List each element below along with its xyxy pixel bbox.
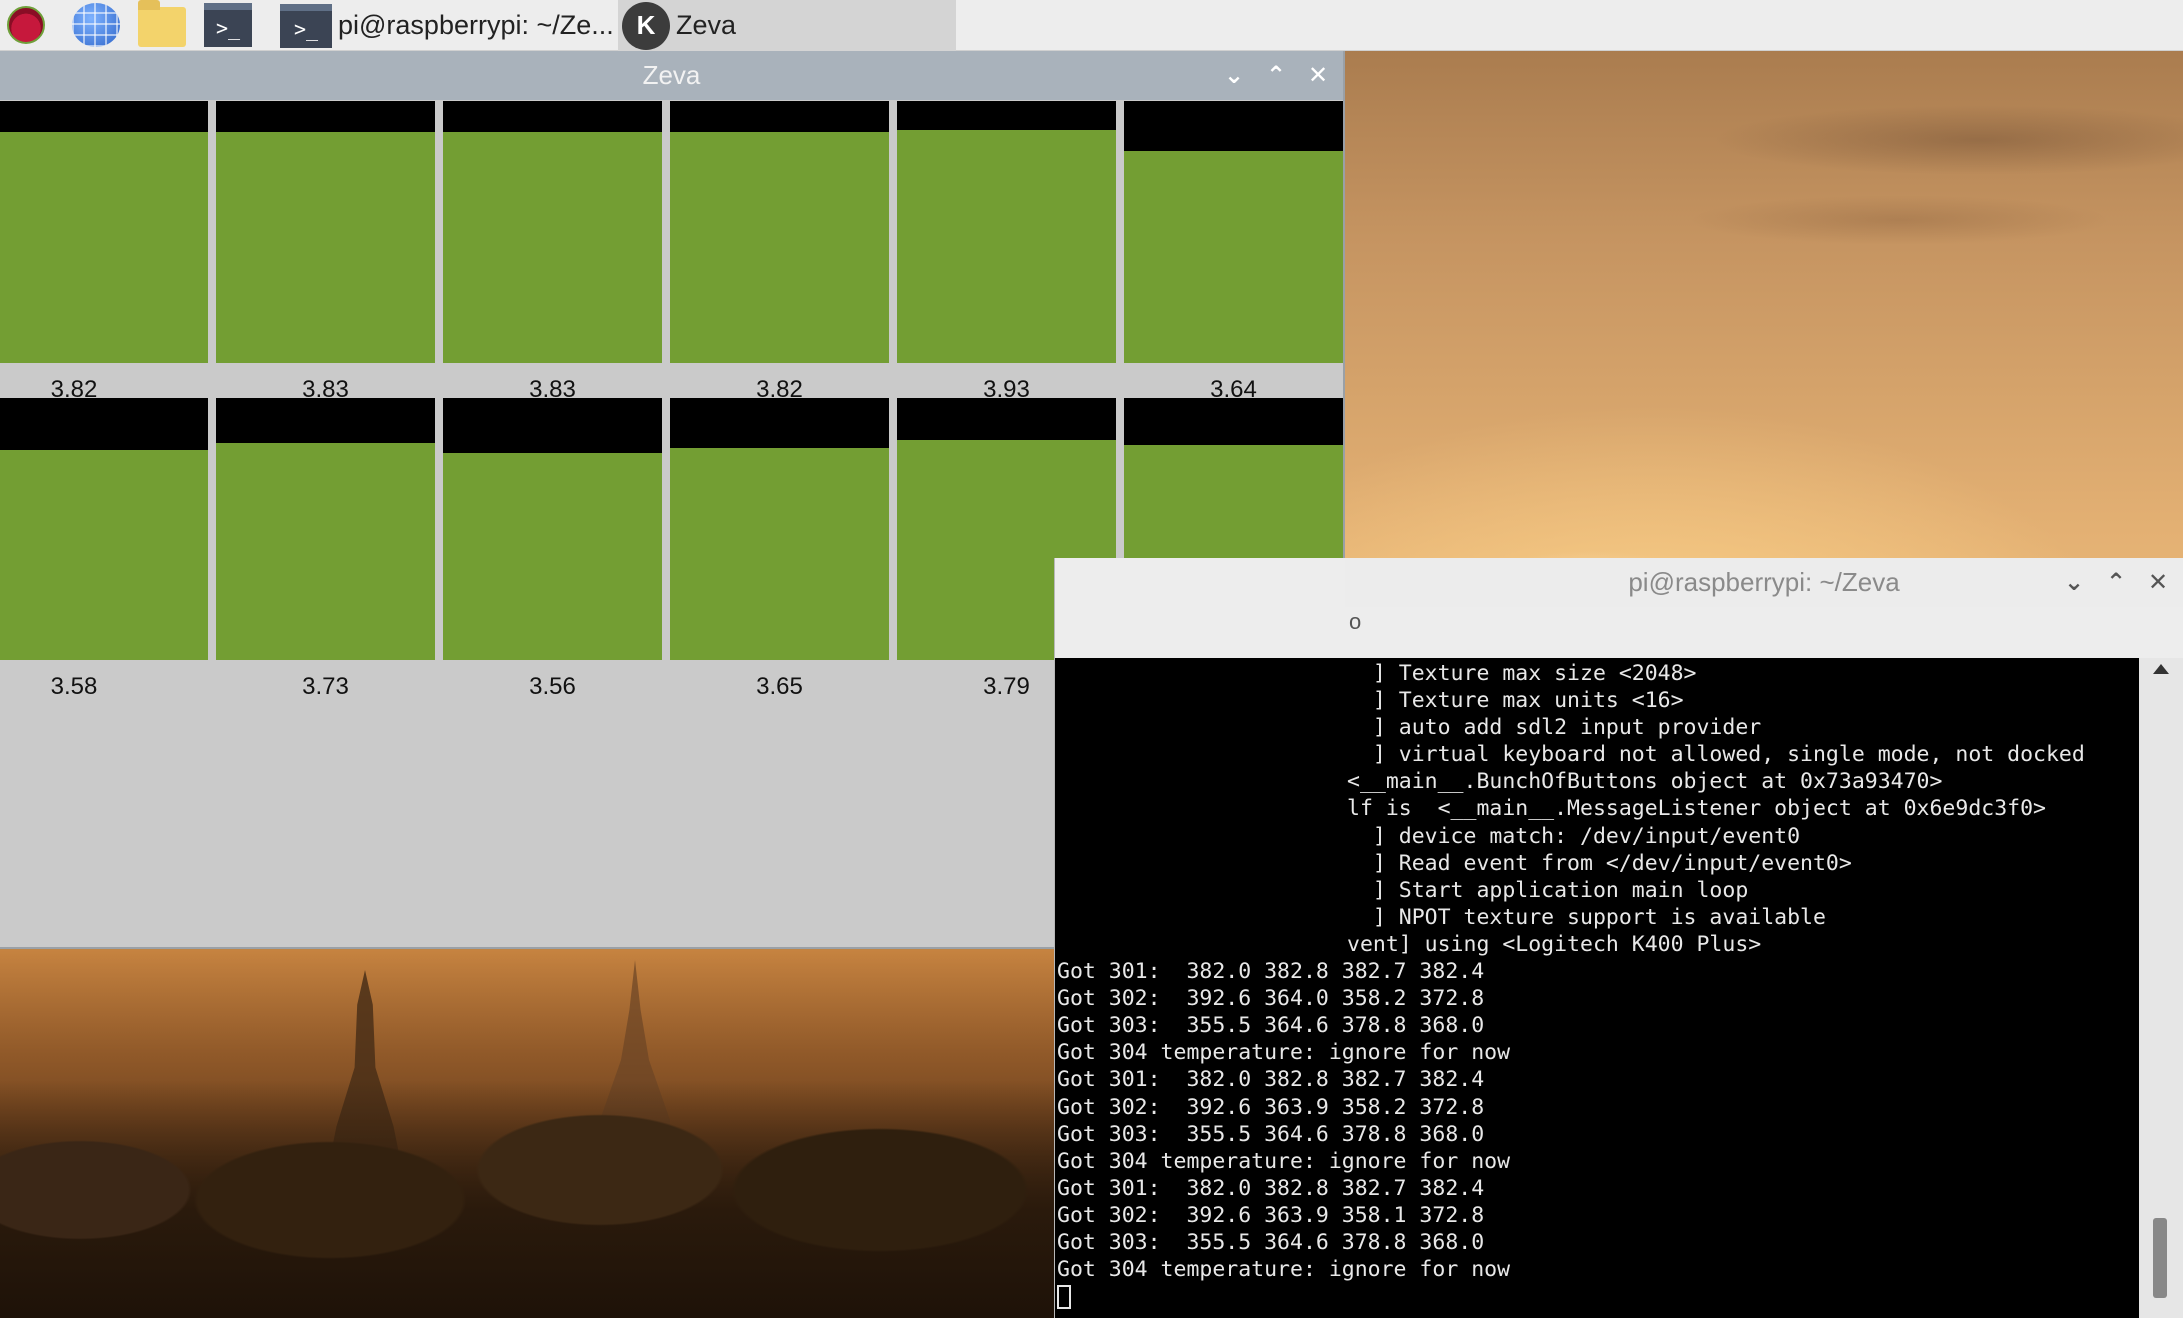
cell-bar-fill: [670, 447, 889, 660]
terminal-line: Got 302: 392.6 363.9 358.1 372.8: [1057, 1202, 1485, 1228]
cell-voltage-label: 3.56: [529, 673, 576, 700]
cell-bar-fill: [0, 132, 208, 363]
terminal-line: Got 303: 355.5 364.6 378.8 368.0: [1057, 1013, 1485, 1039]
web-browser-launcher[interactable]: [72, 2, 120, 48]
folder-icon: [138, 0, 186, 47]
cell-bar-fill: [1124, 150, 1343, 363]
minimize-button[interactable]: ⌄: [2063, 570, 2085, 594]
cell-bar-fill: [670, 132, 889, 363]
cell-voltage-label: 3.73: [302, 673, 349, 700]
terminal-line: ] device match: /dev/input/event0: [1347, 823, 1801, 849]
cell-bar-fill: [0, 450, 208, 660]
terminal-menu-fragment: o: [1349, 609, 1362, 634]
terminal-line: Got 301: 382.0 382.8 382.7 382.4: [1057, 959, 1485, 985]
task-zeva-label: Zeva: [676, 10, 737, 40]
task-zeva[interactable]: K Zeva: [618, 0, 956, 51]
terminal-line: vent] using <Logitech K400 Plus>: [1347, 931, 1762, 957]
raspberry-menu-button[interactable]: [2, 2, 50, 48]
cell-bar-fill: [216, 132, 435, 363]
minimize-button[interactable]: ⌄: [1223, 63, 1245, 87]
terminal-line: ] Start application main loop: [1347, 877, 1749, 903]
zeva-window-title: Zeva: [642, 60, 701, 90]
text-cursor: [1057, 1285, 1071, 1310]
terminal-line: Got 302: 392.6 363.9 358.2 372.8: [1057, 1094, 1485, 1120]
terminal-line: ] NPOT texture support is available: [1347, 904, 1826, 930]
terminal-line: ] Read event from </dev/input/event0>: [1347, 850, 1852, 876]
cell-bar[interactable]: [443, 101, 662, 363]
cell-voltage-label: 3.58: [50, 673, 98, 700]
cell-bar[interactable]: [0, 101, 208, 363]
terminal-line: Got 303: 355.5 364.6 378.8 368.0: [1057, 1121, 1485, 1147]
cell-bar[interactable]: [443, 398, 662, 660]
scrollbar-thumb[interactable]: [2153, 1218, 2167, 1298]
terminal-line: Got 301: 382.0 382.8 382.7 382.4: [1057, 1175, 1485, 1201]
cell-bar[interactable]: [897, 101, 1116, 363]
terminal-output[interactable]: ] Texture max size <2048> ] Texture max …: [1055, 658, 2140, 1318]
cell-bar-fill: [443, 132, 662, 363]
scroll-up-arrow-icon[interactable]: [2153, 664, 2169, 674]
wallpaper-clouds: [1340, 80, 2183, 580]
close-button[interactable]: ✕: [1307, 63, 1329, 87]
cell-bar-fill: [897, 129, 1116, 363]
terminal-titlebar[interactable]: pi@raspberrypi: ~/Zeva ⌄ ⌃ ✕: [1345, 558, 2183, 607]
terminal-icon: >_: [204, 3, 252, 47]
terminal-line: ] Texture max units <16>: [1347, 688, 1684, 714]
terminal-menu-strip: o: [1345, 607, 2183, 637]
cell-voltage-label: 3.65: [756, 673, 803, 700]
wallpaper-trees: [0, 1080, 1060, 1318]
kivy-icon: K: [622, 1, 670, 50]
terminal-window: pi@raspberrypi: ~/Zeva ⌄ ⌃ ✕ o ] Texture…: [1054, 558, 2183, 1318]
taskbar: >_ >_ pi@raspberrypi: ~/Ze... K Zeva: [0, 0, 2183, 51]
cell-bar-fill: [216, 442, 435, 660]
cell-bar[interactable]: [1124, 101, 1343, 363]
cell-bar[interactable]: [216, 398, 435, 660]
terminal-window-title: pi@raspberrypi: ~/Zeva: [1628, 567, 1900, 597]
terminal-line: Got 304 temperature: ignore for now: [1057, 1040, 1511, 1066]
terminal-line: lf is <__main__.MessageListener object a…: [1347, 796, 2046, 822]
task-terminal[interactable]: >_ pi@raspberrypi: ~/Ze...: [280, 0, 616, 51]
zeva-titlebar[interactable]: Zeva ⌄ ⌃ ✕: [0, 51, 1343, 100]
maximize-button[interactable]: ⌃: [1265, 63, 1287, 87]
cell-bar-fill: [443, 453, 662, 660]
task-terminal-label: pi@raspberrypi: ~/Ze...: [338, 10, 614, 40]
maximize-button[interactable]: ⌃: [2105, 570, 2127, 594]
cell-bar[interactable]: [216, 101, 435, 363]
terminal-launcher[interactable]: >_: [204, 2, 252, 48]
globe-icon: [72, 3, 120, 47]
terminal-line: Got 302: 392.6 364.0 358.2 372.8: [1057, 986, 1485, 1012]
raspberry-icon: [7, 6, 45, 44]
terminal-line: Got 304 temperature: ignore for now: [1057, 1257, 1511, 1283]
terminal-line: Got 303: 355.5 364.6 378.8 368.0: [1057, 1229, 1485, 1255]
terminal-line: Got 304 temperature: ignore for now: [1057, 1148, 1511, 1174]
terminal-line: ] virtual keyboard not allowed, single m…: [1347, 742, 2085, 768]
terminal-icon: >_: [280, 3, 332, 48]
close-button[interactable]: ✕: [2147, 570, 2169, 594]
cell-bar[interactable]: [670, 101, 889, 363]
terminal-line: Got 301: 382.0 382.8 382.7 382.4: [1057, 1067, 1485, 1093]
terminal-line: <__main__.BunchOfButtons object at 0x73a…: [1347, 769, 1943, 795]
terminal-line: ] Texture max size <2048>: [1347, 661, 1697, 686]
terminal-cursor-line: [1057, 1283, 2140, 1310]
terminal-scrollbar[interactable]: [2139, 658, 2183, 1318]
cell-bar[interactable]: [0, 398, 208, 660]
cell-bar[interactable]: [670, 398, 889, 660]
terminal-line: ] auto add sdl2 input provider: [1347, 715, 1762, 741]
file-manager-launcher[interactable]: [138, 0, 186, 50]
